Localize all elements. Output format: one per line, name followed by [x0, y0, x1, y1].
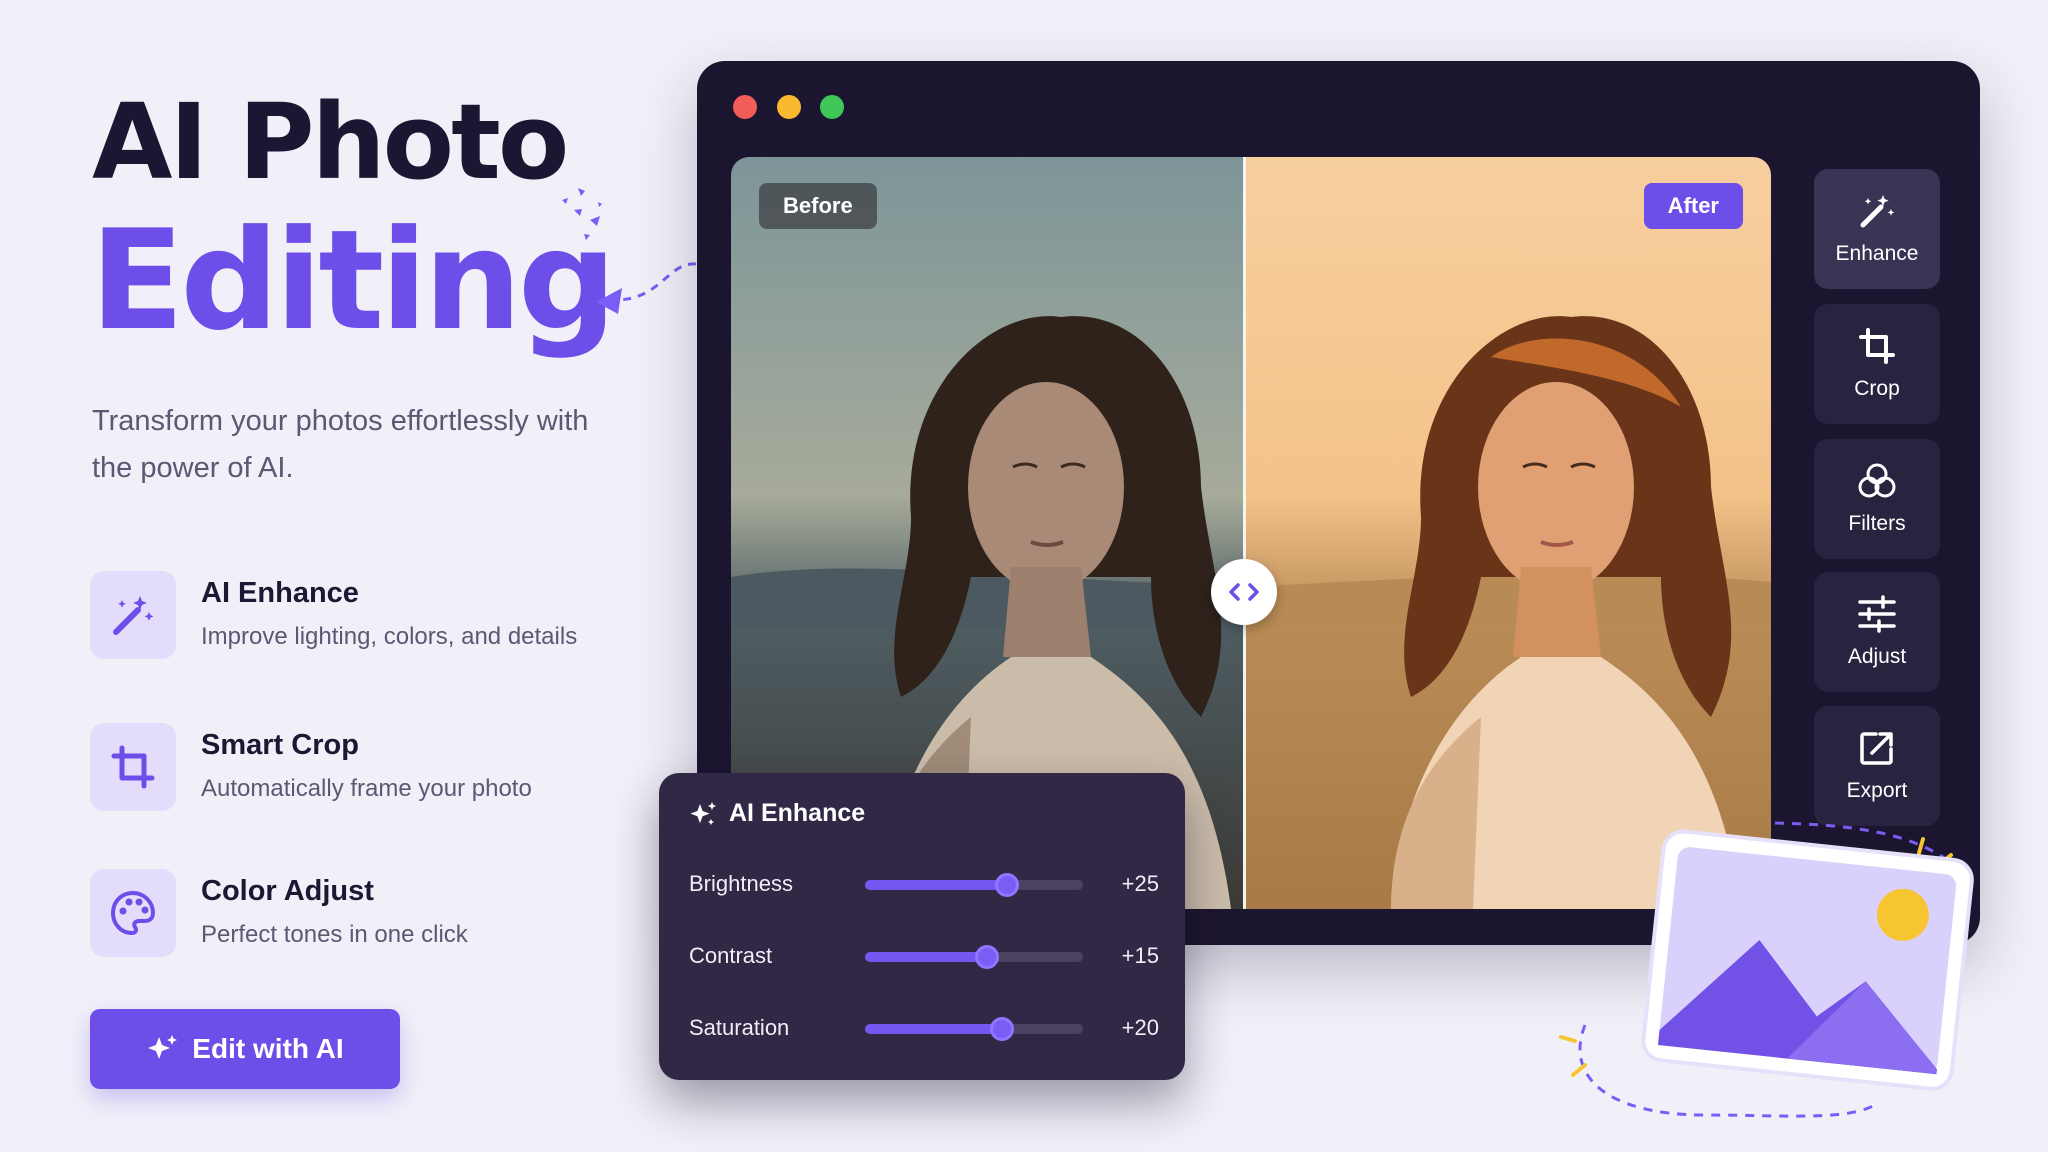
- feature-smart-crop: Smart Crop Automatically frame your phot…: [90, 723, 650, 813]
- slider-knob[interactable]: [990, 1017, 1015, 1041]
- palette-icon: [90, 869, 176, 957]
- slider-fill: [865, 952, 988, 962]
- before-badge: Before: [759, 183, 877, 229]
- feature-color-adjust: Color Adjust Perfect tones in one click: [90, 869, 650, 959]
- tool-adjust[interactable]: Adjust: [1814, 572, 1940, 692]
- tool-enhance[interactable]: Enhance: [1814, 169, 1940, 289]
- slider-value: +25: [1121, 871, 1159, 896]
- contrast-slider[interactable]: [865, 945, 1083, 969]
- slider-knob[interactable]: [975, 945, 1000, 969]
- tool-filters[interactable]: Filters: [1814, 439, 1940, 559]
- slider-value: +20: [1121, 1015, 1159, 1040]
- export-icon: [1860, 732, 1893, 765]
- image-illustration-icon: [1559, 821, 1974, 1118]
- feature-description: Automatically frame your photo: [201, 775, 532, 802]
- tool-label: Export: [1846, 779, 1908, 802]
- tool-label: Filters: [1848, 512, 1906, 535]
- tool-label: Crop: [1854, 377, 1900, 400]
- window-close-dot[interactable]: [733, 95, 757, 119]
- decorative-sparkles-icon: [562, 188, 602, 240]
- slider-label: Brightness: [689, 871, 793, 896]
- brightness-slider[interactable]: [865, 873, 1083, 897]
- tool-label: Adjust: [1847, 645, 1907, 668]
- slider-knob[interactable]: [994, 873, 1019, 897]
- feature-ai-enhance: AI Enhance Improve lighting, colors, and…: [90, 571, 650, 661]
- slider-label: Saturation: [689, 1015, 790, 1040]
- contrast-slider-row: Contrast +15: [689, 935, 1159, 975]
- slider-value: +15: [1121, 943, 1159, 968]
- feature-description: Improve lighting, colors, and details: [201, 623, 578, 650]
- slider-label: Contrast: [689, 943, 773, 968]
- compare-divider[interactable]: [1243, 157, 1246, 909]
- window-minimize-dot[interactable]: [777, 95, 801, 119]
- crop-icon: [1859, 328, 1895, 364]
- magic-wand-icon: [90, 571, 176, 659]
- after-badge: After: [1643, 183, 1743, 229]
- feature-description: Perfect tones in one click: [201, 921, 468, 948]
- hero-subtitle: Transform your photos effortlessly with …: [92, 405, 589, 484]
- sparkle-icon: [690, 801, 716, 825]
- compare-arrows-icon: [1229, 583, 1259, 601]
- ai-enhance-panel: AI Enhance Brightness +25 Contrast +15 S…: [659, 773, 1185, 1080]
- magic-wand-icon: [1860, 195, 1895, 228]
- slider-fill: [865, 880, 1007, 890]
- feature-title: AI Enhance: [201, 577, 359, 609]
- panel-title: AI Enhance: [729, 799, 866, 827]
- sliders-icon: [1858, 595, 1896, 633]
- saturation-slider[interactable]: [865, 1017, 1083, 1041]
- hero-accent-title: Editing: [90, 200, 617, 361]
- saturation-slider-row: Saturation +20: [689, 1007, 1159, 1047]
- sparkle-icon: [148, 1035, 178, 1059]
- window-maximize-dot[interactable]: [820, 95, 844, 119]
- filters-icon: [1858, 463, 1896, 498]
- slider-fill: [865, 1024, 1003, 1034]
- brightness-slider-row: Brightness +25: [689, 863, 1159, 903]
- compare-handle[interactable]: [1211, 559, 1277, 625]
- tool-export[interactable]: Export: [1814, 706, 1940, 826]
- edit-with-ai-button[interactable]: Edit with AI: [90, 1009, 400, 1089]
- hero-title: AI Photo: [92, 81, 569, 203]
- tool-crop[interactable]: Crop: [1814, 304, 1940, 424]
- tool-label: Enhance: [1835, 242, 1919, 265]
- cta-label: Edit with AI: [192, 1033, 344, 1064]
- crop-icon: [90, 723, 176, 811]
- feature-title: Color Adjust: [201, 875, 374, 907]
- feature-title: Smart Crop: [201, 729, 359, 761]
- decorative-arrow-icon: [596, 262, 697, 314]
